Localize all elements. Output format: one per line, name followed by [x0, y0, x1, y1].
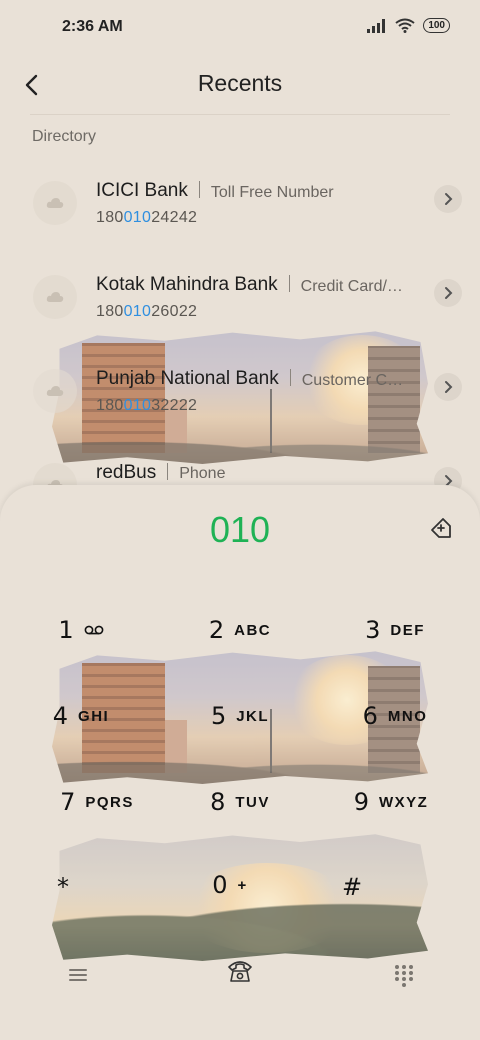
key-9[interactable]: 9 WXYZ: [316, 772, 466, 832]
key-4[interactable]: 4 GHI: [6, 686, 156, 746]
key-1[interactable]: 1: [6, 600, 156, 660]
key-digit: 8: [210, 788, 226, 816]
signal-icon: [367, 18, 386, 33]
contact-number: 18001026022: [96, 303, 197, 321]
key-letters: MNO: [387, 707, 428, 725]
keypad-icon: [395, 965, 413, 987]
key-letters: DEF: [390, 621, 425, 639]
key-digit: 5: [210, 702, 227, 730]
key-letters: JKL: [236, 707, 270, 725]
menu-button[interactable]: [66, 963, 90, 987]
contact-name: Punjab National Bank: [96, 368, 279, 389]
contact-avatar: [33, 181, 77, 225]
number-match: 010: [123, 209, 152, 226]
key-8[interactable]: 8 TUV: [165, 772, 315, 832]
contact-details-button[interactable]: [434, 279, 462, 307]
key-digit: 3: [365, 616, 381, 644]
number-match: 010: [123, 397, 152, 414]
key-digit: 9: [353, 788, 369, 816]
contact-number: 18001032222: [96, 397, 197, 415]
wifi-icon: [395, 18, 415, 33]
key-letters: PQRS: [85, 793, 134, 811]
contact-number: 18001024242: [96, 209, 197, 227]
key-letters: WXYZ: [378, 793, 429, 811]
contact-row[interactable]: Kotak Mahindra Bank Credit Card/… 1800102…: [0, 263, 480, 339]
bottom-bar: [0, 955, 480, 995]
contact-subtitle: Toll Free Number: [210, 184, 334, 201]
key-5[interactable]: 5 JKL: [165, 686, 315, 746]
contact-row[interactable]: ICICI Bank Toll Free Number 18001024242: [0, 169, 480, 245]
phone-icon: [228, 961, 252, 982]
number-prefix: 180: [96, 397, 124, 414]
contact-subtitle: Customer C…: [301, 372, 404, 389]
contact-subtitle: Credit Card/…: [300, 278, 403, 295]
chevron-right-icon: [445, 287, 453, 299]
name-separator: [167, 463, 169, 480]
contact-title: Punjab National Bank Customer C…: [96, 368, 403, 390]
contact-avatar: [33, 369, 77, 413]
key-digit: *: [57, 873, 69, 901]
key-digit: 6: [362, 702, 378, 730]
key-letters: TUV: [235, 793, 270, 811]
name-separator: [288, 275, 290, 292]
contact-title: ICICI Bank Toll Free Number: [96, 180, 334, 202]
number-prefix: 180: [96, 209, 124, 226]
voicemail-icon: [84, 625, 104, 635]
key-hash[interactable]: #: [277, 857, 427, 917]
keypad-toggle-button[interactable]: [392, 963, 416, 987]
header: Recents: [0, 56, 480, 114]
number-suffix: 24242: [151, 209, 198, 226]
dialed-number[interactable]: 010: [0, 509, 480, 551]
key-letters: GHI: [78, 707, 110, 725]
contact-name: Kotak Mahindra Bank: [96, 274, 278, 295]
key-digit: 4: [52, 702, 69, 730]
number-match: 010: [123, 303, 152, 320]
cloud-icon: [46, 198, 64, 208]
key-letters: ABC: [234, 621, 272, 639]
key-3[interactable]: 3 DEF: [320, 600, 470, 660]
add-tag-button[interactable]: [428, 515, 454, 541]
page-title: Recents: [197, 70, 283, 96]
contact-name: redBus: [96, 462, 157, 483]
contact-details-button[interactable]: [434, 373, 462, 401]
number-prefix: 180: [96, 303, 124, 320]
contact-subtitle: Phone: [179, 465, 226, 482]
key-letters: +: [237, 876, 248, 894]
key-7[interactable]: 7 PQRS: [22, 772, 172, 832]
contact-row[interactable]: Punjab National Bank Customer C… 18001032…: [0, 357, 480, 433]
cloud-icon: [46, 386, 64, 396]
chevron-right-icon: [445, 381, 453, 393]
key-6[interactable]: 6 MNO: [320, 686, 470, 746]
number-suffix: 26022: [151, 303, 198, 320]
key-digit: 7: [60, 788, 76, 816]
key-digit: 1: [58, 616, 74, 644]
battery-indicator: 100: [423, 18, 450, 33]
section-label: Directory: [32, 128, 97, 145]
status-bar: 2:36 AM 100: [0, 0, 480, 56]
contact-avatar: [33, 275, 77, 319]
cloud-icon: [46, 292, 64, 302]
contact-name: ICICI Bank: [96, 180, 188, 201]
menu-icon: [69, 969, 87, 981]
status-time: 2:36 AM: [62, 18, 123, 35]
key-2[interactable]: 2 ABC: [165, 600, 315, 660]
key-digit: 0: [212, 871, 228, 899]
number-suffix: 32222: [151, 397, 198, 414]
divider: [30, 114, 450, 115]
key-digit: 2: [208, 616, 225, 644]
name-separator: [289, 369, 291, 386]
contact-title: redBus Phone: [96, 462, 225, 484]
contact-details-button[interactable]: [434, 185, 462, 213]
tag-plus-icon: [431, 518, 451, 538]
call-button[interactable]: [226, 957, 254, 985]
key-star[interactable]: *: [0, 857, 138, 917]
contact-title: Kotak Mahindra Bank Credit Card/…: [96, 274, 403, 296]
name-separator: [198, 181, 200, 198]
status-icons: 100: [367, 18, 450, 33]
chevron-right-icon: [445, 193, 453, 205]
key-digit: #: [341, 873, 363, 901]
